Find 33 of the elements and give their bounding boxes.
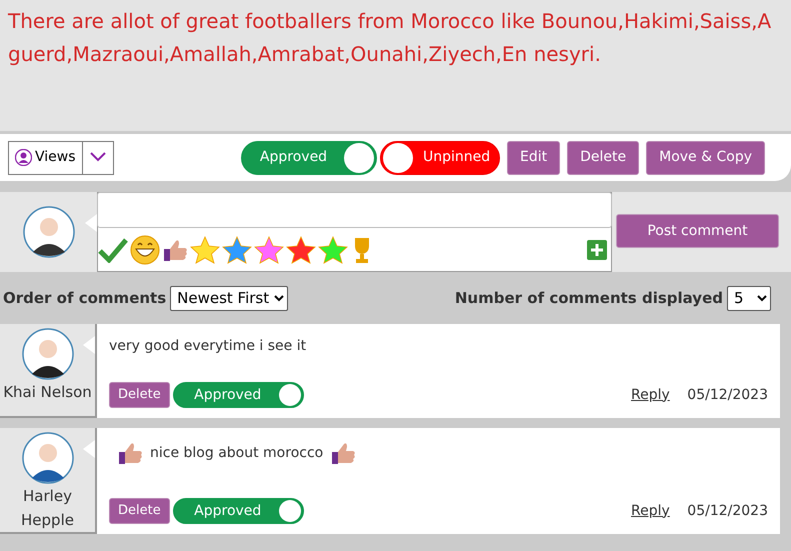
post-text: There are allot of great footballers from Morocco like Bounou,Hakimi,Saiss,Aguerd,Mazraoui,Amallah,Amrabat,Ounahi,Ziyech,En nesyri. [0, 0, 791, 131]
comment-text: very good everytime i see it [109, 337, 306, 356]
caret-icon [88, 151, 107, 164]
comment-date: 05/12/2023 [687, 386, 768, 404]
edit-button[interactable]: Edit [507, 140, 560, 174]
author-name: Harley Hepple [20, 486, 75, 531]
views-dropdown[interactable]: Views [8, 140, 114, 174]
grinning-face-icon [130, 234, 160, 264]
avatar-icon [22, 206, 74, 258]
add-icon [586, 240, 607, 260]
avatar-icon [22, 432, 74, 484]
comment-text: nice blog about morocco [150, 444, 324, 462]
delete-button[interactable]: Delete [567, 140, 640, 174]
avatar-icon [22, 328, 74, 380]
order-label: Order of comments [3, 288, 166, 309]
toggle-switch[interactable]: Approved [173, 382, 304, 408]
check-icon [98, 236, 128, 262]
delete-button[interactable]: Delete [109, 498, 170, 524]
reply-link[interactable]: Reply [631, 384, 670, 406]
toggle-switch[interactable]: Approved [173, 498, 304, 524]
delete-button[interactable]: Delete [109, 382, 170, 408]
order-select[interactable]: Newest First [170, 286, 288, 310]
post-comment-button[interactable]: Post comment [616, 214, 779, 248]
author-name: Khai Nelson [3, 382, 92, 403]
count-select[interactable]: 5 [727, 286, 771, 310]
comment-input[interactable] [97, 192, 612, 228]
count-label: Number of comments displayed [454, 288, 723, 309]
move-copy-button[interactable]: Move & Copy [646, 140, 765, 174]
toggle-switch[interactable]: Unpinned [380, 140, 500, 174]
comment-date: 05/12/2023 [687, 502, 768, 520]
toggle-switch[interactable]: Approved [240, 140, 376, 174]
user-icon [15, 149, 32, 166]
reply-link[interactable]: Reply [631, 500, 670, 522]
